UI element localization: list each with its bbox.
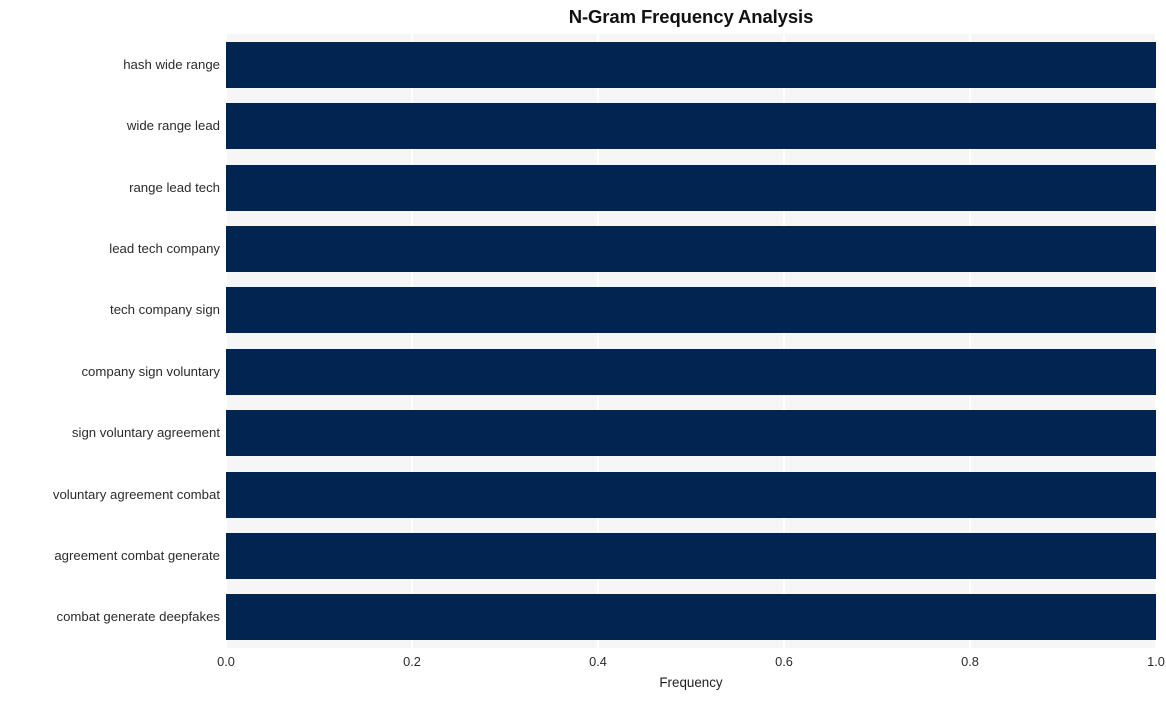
bar[interactable] (226, 532, 1156, 579)
plot-area (226, 34, 1156, 648)
x-axis-tick-label: 0.4 (589, 654, 607, 669)
y-axis-tick-label: company sign voluntary (81, 363, 220, 379)
bar[interactable] (226, 471, 1156, 518)
y-axis-tick-label: agreement combat generate (54, 547, 220, 563)
chart-figure: N-Gram Frequency Analysis Frequency hash… (0, 0, 1166, 701)
bar[interactable] (226, 103, 1156, 150)
x-axis-tick-label: 0.2 (403, 654, 421, 669)
x-axis-tick-label: 0.8 (961, 654, 979, 669)
bar[interactable] (226, 410, 1156, 457)
y-axis-tick-label: tech company sign (110, 302, 220, 318)
bar[interactable] (226, 287, 1156, 334)
bar[interactable] (226, 41, 1156, 88)
chart-title: N-Gram Frequency Analysis (568, 6, 814, 27)
bar[interactable] (226, 594, 1156, 641)
x-axis-tick-label: 0.0 (217, 654, 235, 669)
bar[interactable] (226, 225, 1156, 272)
x-axis-tick-label: 0.6 (775, 654, 793, 669)
bar[interactable] (226, 348, 1156, 395)
y-axis-tick-label: sign voluntary agreement (71, 425, 220, 441)
x-axis-label: Frequency (659, 675, 723, 690)
y-axis-tick-label: lead tech company (109, 240, 220, 256)
y-axis-tick-label: voluntary agreement combat (52, 486, 220, 502)
y-axis-tick-label: wide range lead (126, 118, 220, 134)
bar[interactable] (226, 164, 1156, 211)
y-axis-tick-label: combat generate deepfakes (56, 609, 221, 625)
x-axis-tick-label: 1.0 (1147, 654, 1165, 669)
y-axis-tick-label: range lead tech (129, 179, 220, 195)
y-axis-tick-label: hash wide range (123, 56, 220, 72)
